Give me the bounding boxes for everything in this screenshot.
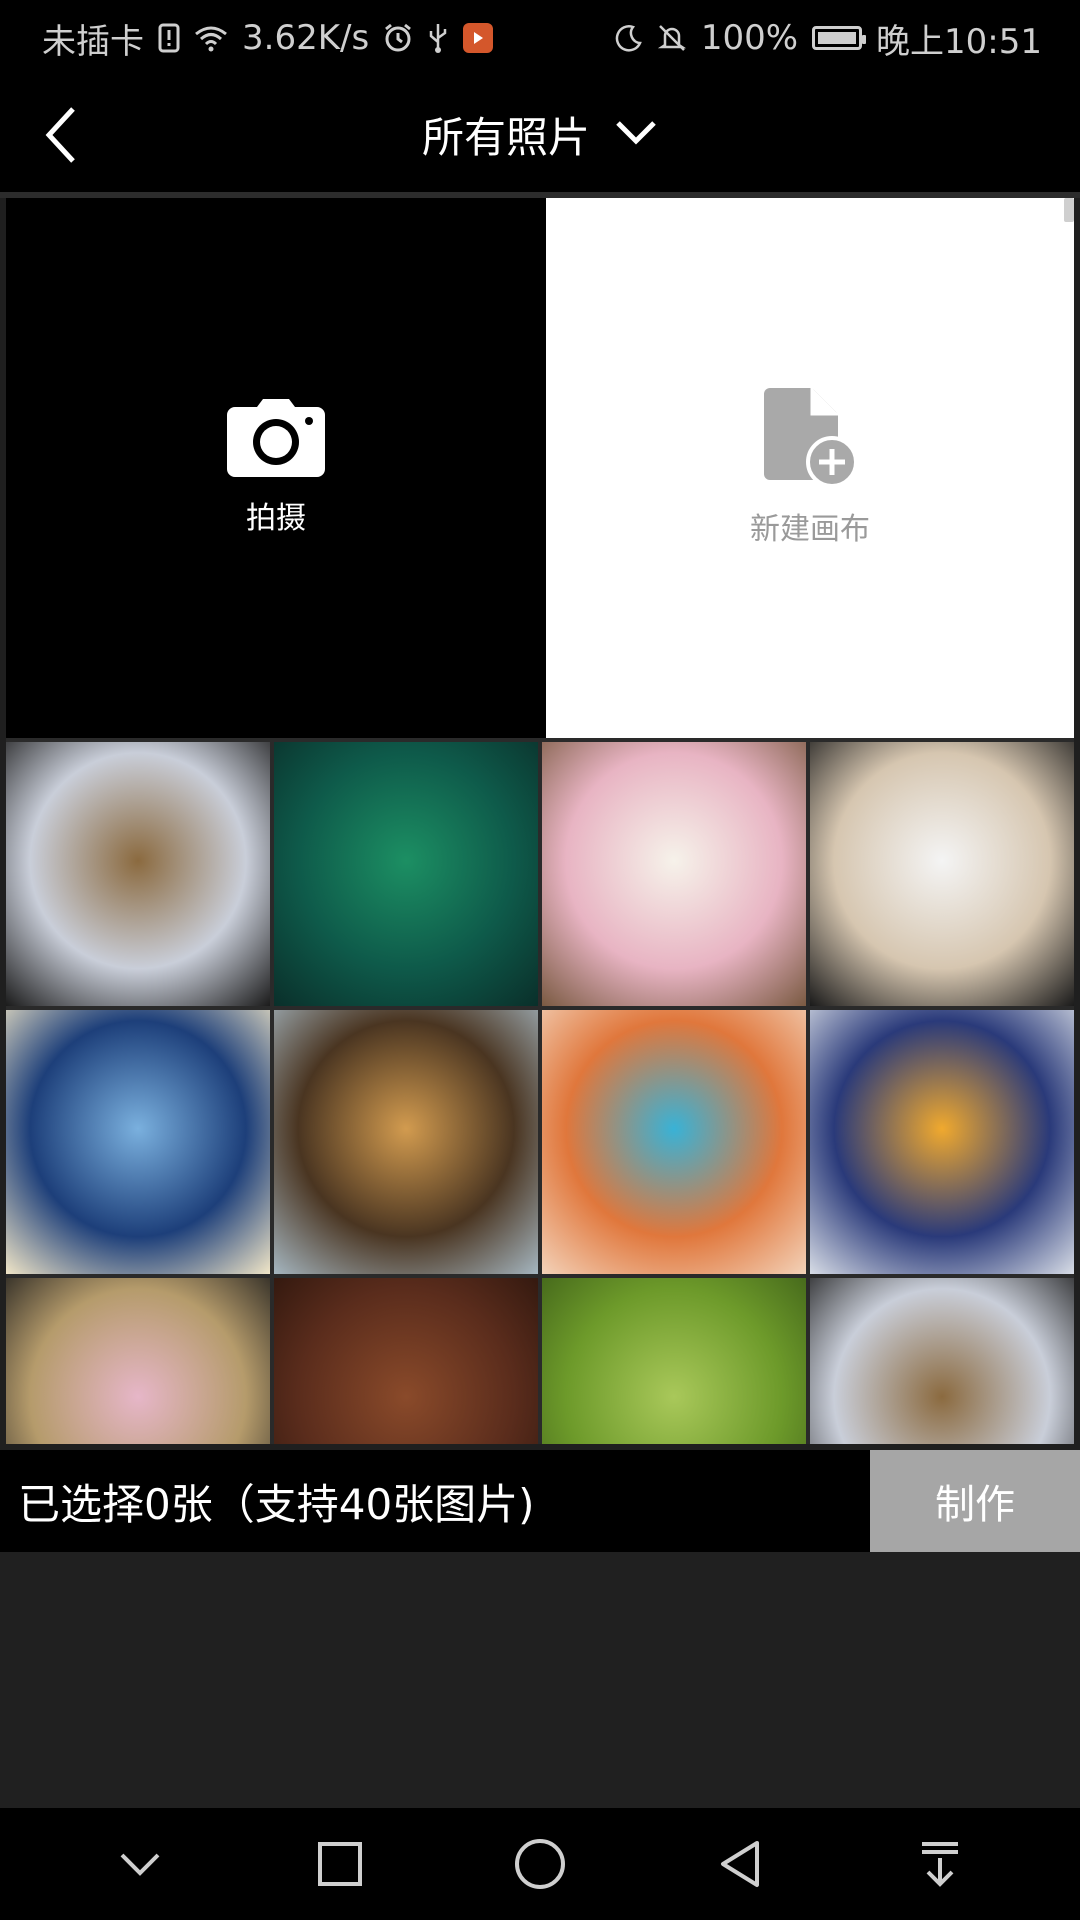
carrier-text: 未插卡 [42,21,144,62]
sim-alert-icon [158,23,180,53]
fashion-model-white-shirt-photo[interactable] [810,742,1074,1006]
title-bar: 所有照片 [0,76,1080,192]
spiral-staircase-photo[interactable] [6,742,270,1006]
status-bar: 未插卡 3.62K/s 100% 晚上10:51 [0,0,1080,76]
make-button[interactable]: 制作 [870,1450,1080,1552]
battery-percent: 100% [700,18,799,58]
camera-icon [227,399,325,481]
back-icon[interactable] [695,1819,785,1909]
woman-evening-gown-photo[interactable] [6,1278,270,1444]
violin-silk-photo[interactable] [274,1278,538,1444]
golden-mountain-photo[interactable] [810,1010,1074,1274]
ice-cave-photo[interactable] [6,1010,270,1274]
notification-pull-icon[interactable] [895,1819,985,1909]
alarm-icon [383,23,413,53]
status-left: 未插卡 3.62K/s [42,14,494,63]
spiral-staircase-photo-2[interactable] [810,1278,1074,1444]
wifi-icon [194,24,228,52]
camera-tile[interactable]: 拍摄 [6,198,546,738]
back-arrow-icon[interactable] [26,100,96,170]
camera-label: 拍摄 [246,501,306,536]
selection-bar: 已选择0张（支持40张图片) 制作 [0,1450,1080,1552]
autumn-forest-river-photo[interactable] [542,1010,806,1274]
video-app-icon [463,23,494,53]
selected-count-text: 已选择0张（支持40张图片) [18,1479,535,1529]
home-icon[interactable] [495,1819,585,1909]
clock: 晚上10:51 [876,21,1042,62]
bamboo-forest-photo[interactable] [274,742,538,1006]
network-speed: 3.62K/s [242,18,370,58]
recents-icon[interactable] [295,1819,385,1909]
photo-grid: 拍摄 新建画布 [6,198,1074,1444]
mute-icon [657,23,687,53]
chevron-down-icon [614,119,658,149]
hide-nav-icon[interactable] [95,1819,185,1909]
scrollbar-thumb[interactable] [1064,198,1074,222]
new-document-icon [762,388,858,492]
pink-roses-photo[interactable] [542,742,806,1006]
status-right: 100% 晚上10:51 [613,14,1042,63]
album-selector[interactable]: 所有照片 [422,104,658,165]
page-title: 所有照片 [421,112,590,162]
moon-icon [613,23,643,53]
system-nav-bar [0,1808,1080,1920]
wheat-field-photo[interactable] [542,1278,806,1444]
highway-interchange-photo[interactable] [274,1010,538,1274]
empty-area [0,1552,1080,1808]
new-canvas-label: 新建画布 [750,512,870,547]
usb-icon [427,22,449,54]
battery-icon [812,26,867,50]
new-canvas-tile[interactable]: 新建画布 [546,198,1074,738]
